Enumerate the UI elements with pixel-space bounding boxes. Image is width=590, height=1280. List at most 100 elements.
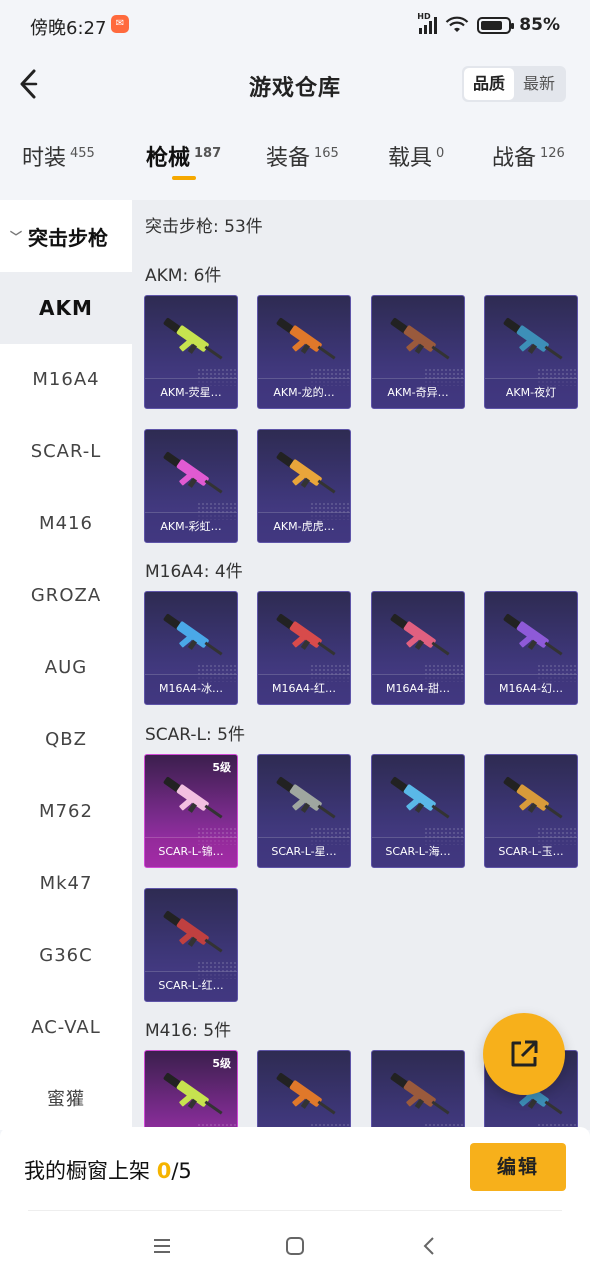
sidebar-item-ac-val[interactable]: AC-VAL: [0, 992, 132, 1064]
skin-card-legendary[interactable]: 5级: [144, 1050, 238, 1130]
signal-icon: HD: [417, 12, 438, 34]
skin-name: M16A4-红…: [258, 674, 350, 704]
skin-name: AKM-奇异…: [372, 378, 464, 408]
showcase-count: 0: [156, 1159, 172, 1183]
skin-card-legendary[interactable]: 5级 SCAR-L-锦…: [144, 754, 238, 868]
network-label: HD: [417, 12, 431, 21]
skin-name: SCAR-L-锦…: [145, 837, 237, 867]
tab-label: 时装: [22, 146, 67, 171]
sort-latest-option[interactable]: 最新: [514, 68, 564, 100]
skin-card[interactable]: M16A4-幻…: [484, 591, 578, 705]
skin-name: AKM-彩虹…: [145, 512, 237, 542]
skin-card[interactable]: AKM-虎虎…: [257, 429, 351, 543]
system-nav-bar: [0, 1210, 590, 1280]
skin-card[interactable]: AKM-彩虹…: [144, 429, 238, 543]
tab-label: 载具: [388, 146, 433, 171]
section-title-m416: M416: 5件: [145, 1021, 232, 1041]
weapon-sidebar: ﹀ 突击步枪 AKM M16A4 SCAR-L M416 GROZA AUG Q…: [0, 200, 132, 1130]
skin-card[interactable]: SCAR-L-海…: [371, 754, 465, 868]
tab-supplies[interactable]: 战备 126: [492, 140, 565, 172]
tab-count: 455: [70, 146, 95, 161]
rifle-icon: [270, 444, 342, 504]
skin-name: M16A4-冰…: [145, 674, 237, 704]
showcase-bar: 我的橱窗上架 0/5 编辑: [0, 1127, 590, 1210]
rifle-icon: [384, 606, 456, 666]
skin-card[interactable]: AKM-龙的…: [257, 295, 351, 409]
status-bar: 傍晚6:27 ✉ HD 85%: [0, 0, 590, 52]
skin-card[interactable]: M16A4-冰…: [144, 591, 238, 705]
rifle-icon: [157, 310, 229, 370]
skin-card[interactable]: AKM-夜灯: [484, 295, 578, 409]
menu-icon[interactable]: [150, 1234, 174, 1258]
skin-card[interactable]: [257, 1050, 351, 1130]
weapon-grid: 突击步枪: 53件 AKM: 6件 AKM-荧星… AKM-龙的… AKM-奇异…: [132, 200, 590, 1130]
sidebar-item-qbz[interactable]: QBZ: [0, 704, 132, 776]
skin-name: SCAR-L-玉…: [485, 837, 577, 867]
rifle-icon: [157, 769, 229, 829]
skin-name: SCAR-L-海…: [372, 837, 464, 867]
chevron-down-icon: ﹀: [10, 229, 23, 244]
sidebar-item-aug[interactable]: AUG: [0, 632, 132, 704]
sidebar-group-assault-rifles[interactable]: ﹀ 突击步枪: [0, 200, 132, 272]
sidebar-item-m16a4[interactable]: M16A4: [0, 344, 132, 416]
sidebar-item-groza[interactable]: GROZA: [0, 560, 132, 632]
skin-card[interactable]: [371, 1050, 465, 1130]
edit-button[interactable]: 编辑: [470, 1143, 566, 1191]
rifle-icon: [384, 310, 456, 370]
skin-name: SCAR-L-星…: [258, 837, 350, 867]
tab-label: 装备: [266, 146, 311, 171]
sidebar-item-g36c[interactable]: G36C: [0, 920, 132, 992]
tab-label: 枪械: [146, 146, 191, 171]
sidebar-item-scar-l[interactable]: SCAR-L: [0, 416, 132, 488]
sort-toggle[interactable]: 品质 最新: [461, 66, 566, 102]
tab-count: 0: [436, 146, 445, 161]
battery-percent: 85%: [519, 15, 560, 35]
tab-count: 165: [314, 146, 339, 161]
home-icon[interactable]: [283, 1234, 307, 1258]
section-title-m16a4: M16A4: 4件: [145, 562, 243, 582]
showcase-label: 我的橱窗上架: [24, 1159, 150, 1183]
skin-name: M16A4-甜…: [372, 674, 464, 704]
rifle-icon: [157, 444, 229, 504]
rifle-icon: [497, 606, 569, 666]
showcase-total: /5: [171, 1159, 192, 1183]
skin-name: AKM-龙的…: [258, 378, 350, 408]
skin-card[interactable]: AKM-荧星…: [144, 295, 238, 409]
skin-card[interactable]: SCAR-L-红…: [144, 888, 238, 1002]
sort-quality-option[interactable]: 品质: [463, 68, 514, 100]
rifle-icon: [270, 606, 342, 666]
skin-card[interactable]: SCAR-L-星…: [257, 754, 351, 868]
tab-firearms[interactable]: 枪械 187: [146, 140, 221, 172]
sidebar-item-honey-badger[interactable]: 蜜獾: [0, 1064, 132, 1130]
skin-card[interactable]: SCAR-L-玉…: [484, 754, 578, 868]
active-tab-indicator: [172, 176, 196, 180]
sidebar-item-akm[interactable]: AKM: [0, 272, 132, 344]
back-icon[interactable]: [418, 1234, 442, 1258]
skin-name: AKM-虎虎…: [258, 512, 350, 542]
tab-fashion[interactable]: 时装 455: [22, 140, 95, 172]
tab-vehicles[interactable]: 载具 0: [388, 140, 444, 172]
rifle-icon: [270, 769, 342, 829]
rifle-icon: [384, 769, 456, 829]
skin-name: M16A4-幻…: [485, 674, 577, 704]
tab-equipment[interactable]: 装备 165: [266, 140, 339, 172]
category-tabs: 时装 455 枪械 187 装备 165 载具 0 战备 126: [0, 132, 590, 192]
status-icons: HD 85%: [417, 12, 560, 36]
skin-name: AKM-荧星…: [145, 378, 237, 408]
skin-card[interactable]: M16A4-甜…: [371, 591, 465, 705]
rifle-icon: [384, 1065, 456, 1125]
rifle-icon: [157, 1065, 229, 1125]
rifle-icon: [497, 310, 569, 370]
sidebar-group-label: 突击步枪: [28, 225, 109, 250]
section-title-scar-l: SCAR-L: 5件: [145, 725, 245, 745]
status-time: 傍晚6:27: [30, 18, 107, 39]
rifle-icon: [270, 310, 342, 370]
sidebar-item-mk47[interactable]: Mk47: [0, 848, 132, 920]
sidebar-item-m762[interactable]: M762: [0, 776, 132, 848]
skin-card[interactable]: AKM-奇异…: [371, 295, 465, 409]
tab-label: 战备: [492, 146, 537, 171]
share-button[interactable]: [483, 1013, 565, 1095]
battery-icon: [477, 16, 515, 34]
sidebar-item-m416[interactable]: M416: [0, 488, 132, 560]
skin-card[interactable]: M16A4-红…: [257, 591, 351, 705]
